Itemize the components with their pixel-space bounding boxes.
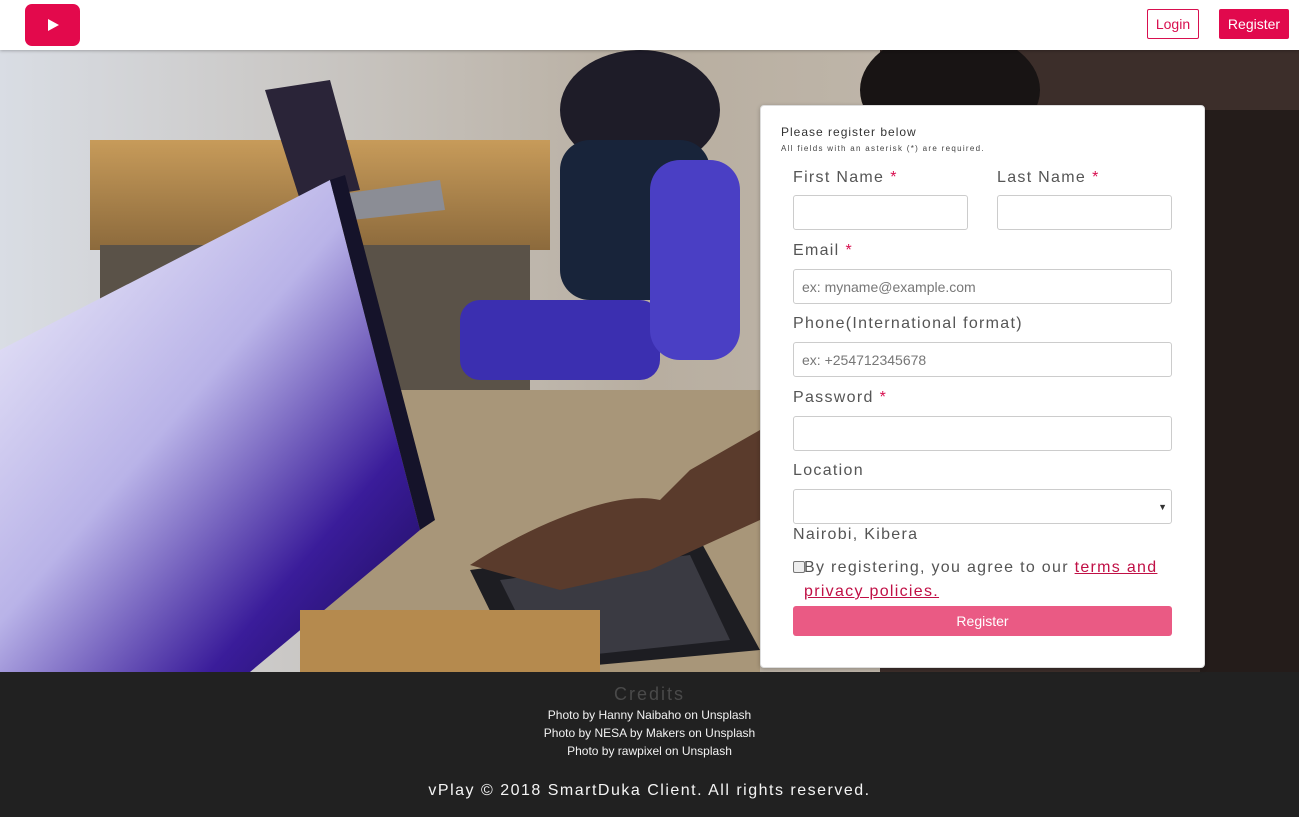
register-form-card: Please register below All fields with an… [760,105,1205,668]
credit-line: Photo by Hanny Naibaho on Unsplash [547,708,752,722]
login-button[interactable]: Login [1147,9,1199,39]
form-subtitle: All fields with an asterisk (*) are requ… [781,144,985,153]
footer: Credits Photo by Hanny Naibaho on Unspla… [0,672,1299,817]
first-name-label: First Name * [793,169,898,186]
required-mark: * [890,169,898,186]
required-mark: * [879,389,888,406]
phone-label: Phone(International format) [793,315,1023,332]
top-navbar: Login Register [0,0,1299,50]
location-select[interactable]: ▼ [793,489,1172,524]
required-mark: * [1092,169,1100,186]
last-name-label: Last Name * [997,169,1100,186]
terms-text: By registering, you agree to our [804,559,1069,576]
password-label: Password * [793,389,888,406]
credit-line: Photo by rawpixel on Unsplash [567,744,732,758]
credits-title: Credits [613,684,685,704]
location-label: Location [793,462,864,479]
play-icon [47,19,59,31]
email-field[interactable]: ex: myname@example.com [793,269,1172,304]
dropdown-arrow-icon: ▼ [1158,502,1167,512]
first-name-field[interactable] [793,195,968,230]
email-label: Email * [793,242,854,259]
register-submit-button[interactable]: Register [793,606,1172,636]
copyright: vPlay © 2018 SmartDuka Client. All right… [428,782,871,799]
register-nav-button[interactable]: Register [1219,9,1289,39]
terms-agreement: By registering, you agree to our terms a… [804,556,1179,604]
required-mark: * [845,242,854,259]
credit-line: Photo by NESA by Makers on Unsplash [543,726,756,740]
location-text: Nairobi, Kibera [793,526,919,543]
password-field[interactable] [793,416,1172,451]
form-title: Please register below [781,125,917,139]
last-name-field[interactable] [997,195,1172,230]
home-logo[interactable] [25,4,80,46]
phone-field[interactable]: ex: +254712345678 [793,342,1172,377]
